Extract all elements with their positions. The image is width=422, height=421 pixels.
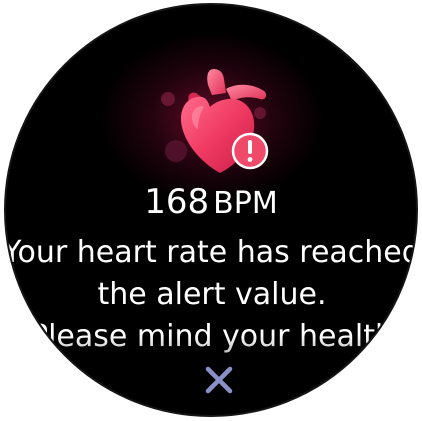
close-icon	[205, 366, 233, 394]
heart-alert-icon	[161, 69, 269, 173]
heart-rate-reading: 168 BPM	[6, 181, 416, 229]
watch-screen: 168 BPM Your heart rate has reached the a…	[0, 0, 422, 421]
alert-message-line-2: the alert value.	[97, 277, 327, 312]
close-button[interactable]	[199, 360, 239, 400]
bpm-unit: BPM	[213, 186, 278, 221]
watch-face: 168 BPM Your heart rate has reached the a…	[4, 3, 418, 417]
alert-message-line-1: Your heart rate has reached	[4, 235, 418, 270]
bpm-value: 168	[144, 182, 210, 222]
